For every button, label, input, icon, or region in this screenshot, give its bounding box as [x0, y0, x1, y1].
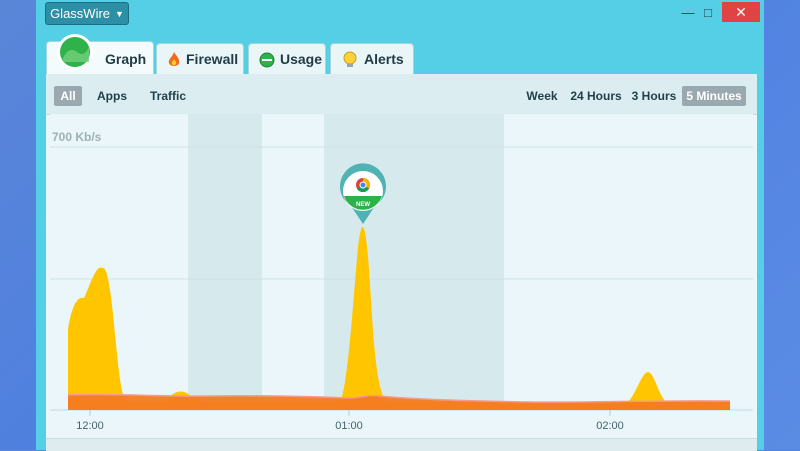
glasswire-window: GlassWire ▼ — □ ✕ Graph Firewall Usage A…	[36, 0, 764, 451]
close-button[interactable]: ✕	[722, 2, 760, 22]
traffic-graph-svg: 700 Kb/s 12:00 01:00 02:00 NEW	[50, 114, 753, 432]
app-menu-button[interactable]: GlassWire ▼	[45, 2, 129, 25]
minimize-button[interactable]: —	[678, 4, 698, 20]
graph-panel: All Apps Traffic Week 24 Hours 3 Hours 5…	[46, 74, 757, 451]
highlight-band	[188, 114, 262, 410]
tab-alerts-label: Alerts	[364, 51, 404, 67]
range-3h-button[interactable]: 3 Hours	[630, 86, 678, 106]
range-5min-button[interactable]: 5 Minutes	[682, 86, 746, 106]
filter-apps-button[interactable]: Apps	[92, 86, 132, 106]
marker-badge-label: NEW	[356, 202, 370, 208]
chevron-down-icon: ▼	[115, 8, 124, 19]
tab-firewall-label: Firewall	[186, 51, 239, 67]
tab-firewall[interactable]: Firewall	[156, 43, 244, 74]
graph-bottom-bar	[46, 438, 757, 451]
usage-icon	[259, 52, 275, 68]
tab-graph[interactable]: Graph	[46, 34, 154, 75]
tab-alerts[interactable]: Alerts	[330, 43, 414, 74]
app-menu-label: GlassWire	[50, 6, 111, 21]
filter-traffic-button[interactable]: Traffic	[142, 86, 194, 106]
maximize-button[interactable]: □	[698, 4, 718, 20]
tab-usage-label: Usage	[280, 51, 323, 67]
chrome-icon	[356, 177, 371, 193]
filter-bar: All Apps Traffic Week 24 Hours 3 Hours 5…	[46, 74, 757, 115]
range-24h-button[interactable]: 24 Hours	[568, 86, 624, 106]
alert-bulb-icon	[343, 51, 357, 67]
range-week-button[interactable]: Week	[522, 86, 562, 106]
traffic-graph[interactable]: 700 Kb/s 12:00 01:00 02:00 NEW	[50, 114, 753, 438]
filter-all-button[interactable]: All	[54, 86, 82, 106]
flame-icon	[168, 52, 180, 66]
tab-graph-label: Graph	[105, 50, 147, 67]
time-tick-label: 01:00	[335, 420, 363, 432]
time-tick-label: 12:00	[76, 420, 104, 432]
time-tick-label: 02:00	[596, 420, 624, 432]
tab-usage[interactable]: Usage	[248, 43, 326, 74]
graph-logo-icon	[57, 34, 93, 70]
scale-label: 700 Kb/s	[52, 130, 102, 144]
